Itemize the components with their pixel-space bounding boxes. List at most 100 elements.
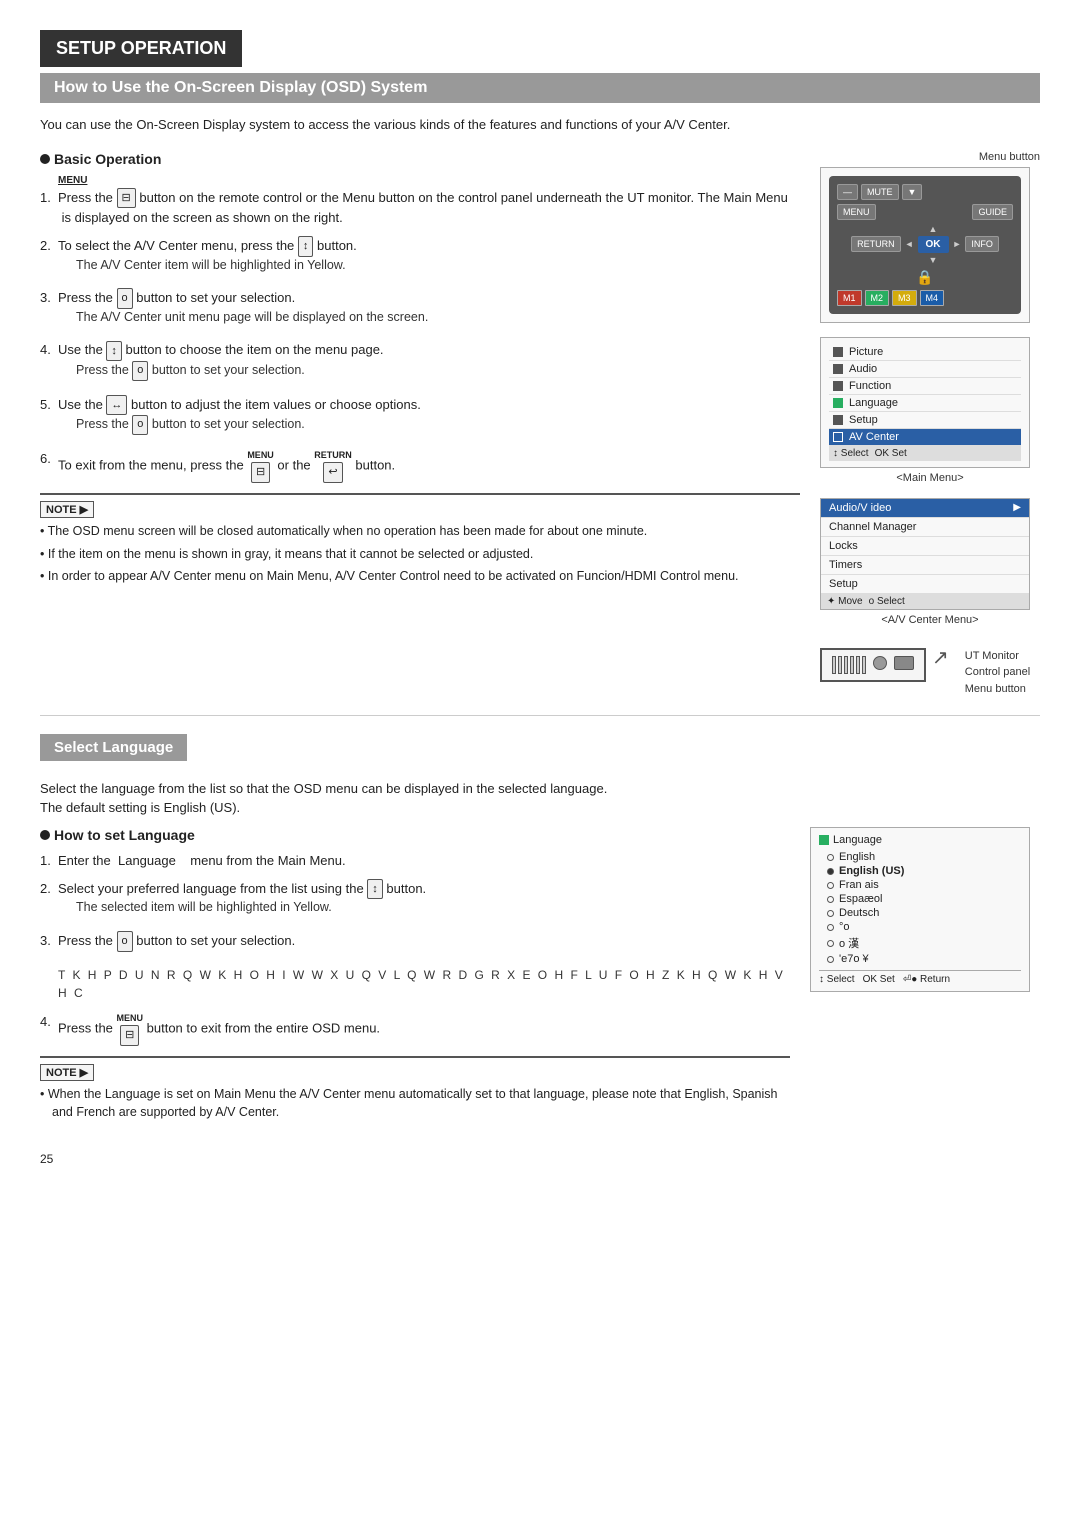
ok-lang-btn: o xyxy=(117,931,133,952)
menu-label-small: MENU xyxy=(58,175,800,186)
step-1: 1. Press the ⊟ button on the remote cont… xyxy=(40,188,800,228)
ut-btn-4 xyxy=(850,656,854,674)
note-label-2: NOTE ▶ xyxy=(40,1064,94,1081)
av-audio-video: Audio/V ideo ▶ xyxy=(821,499,1029,518)
right-column: Menu button — MUTE ▼ MENU xyxy=(820,151,1040,698)
basic-operation-steps: 1. Press the ⊟ button on the remote cont… xyxy=(40,188,800,483)
ut-monitor-diagram xyxy=(820,648,926,682)
ut-btn-1 xyxy=(832,656,836,674)
note-box-1: NOTE ▶ The OSD menu screen will be close… xyxy=(40,493,800,586)
lang-radio-francais xyxy=(827,882,834,889)
lang-title-icon xyxy=(819,835,829,845)
step-4: 4. Use the ↕ button to choose the item o… xyxy=(40,340,800,386)
av-center-menu-label: <A/V Center Menu> xyxy=(820,614,1040,626)
arrow-indicator: ↗ xyxy=(932,648,949,668)
av-channel-manager: Channel Manager xyxy=(821,518,1029,537)
intro-text: You can use the On-Screen Display system… xyxy=(40,115,1040,135)
note-item-3: In order to appear A/V Center menu on Ma… xyxy=(40,567,800,586)
lang-item-english: English xyxy=(819,850,1021,864)
lang-menu-bottom: ↕ Select OK Set ⏎● Return xyxy=(819,970,1021,985)
how-to-heading: How to set Language xyxy=(40,827,790,843)
ut-btn-2 xyxy=(838,656,842,674)
bullet-dot-2 xyxy=(40,830,50,840)
lang-item-jp1: °o xyxy=(819,920,1021,934)
menu-item-setup: Setup xyxy=(829,412,1021,429)
lang-step-3: 3. Press the o button to set your select… xyxy=(40,931,790,952)
av-menu-bottom: ✦ Move o Select xyxy=(821,594,1029,609)
menu-item-function: Function xyxy=(829,378,1021,395)
ut-rect-btn xyxy=(894,656,914,670)
select-lang-desc1: Select the language from the list so tha… xyxy=(40,781,1040,796)
setup-operation-header: SETUP OPERATION xyxy=(40,30,242,67)
step-4-note: Press the o button to set your selection… xyxy=(76,361,800,380)
ok-btn-small2: o xyxy=(132,361,148,380)
basic-operation-heading: Basic Operation xyxy=(40,151,800,167)
ok-btn-remote[interactable]: OK xyxy=(918,236,949,253)
info-btn[interactable]: INFO xyxy=(965,236,999,252)
lang-return-hint: ⏎● Return xyxy=(903,974,950,985)
step-2-note: The A/V Center item will be highlighted … xyxy=(76,257,800,275)
return-btn: ↩ xyxy=(323,462,342,483)
step-5-note: Press the o button to set your selection… xyxy=(76,415,800,434)
select-lang-right: Language English English (US) Fran ais xyxy=(810,827,1040,1132)
updown-btn: ↕ xyxy=(298,236,314,257)
m3-btn[interactable]: M3 xyxy=(892,290,917,306)
mute-btn: MUTE xyxy=(861,184,899,200)
subtitle-header: How to Use the On-Screen Display (OSD) S… xyxy=(40,73,1040,103)
step-5: 5. Use the ↔ button to adjust the item v… xyxy=(40,395,800,441)
step-2: 2. To select the A/V Center menu, press … xyxy=(40,236,800,280)
menu-item-audio: Audio xyxy=(829,361,1021,378)
main-menu-label: <Main Menu> xyxy=(820,472,1040,484)
note-list-2: When the Language is set on Main Menu th… xyxy=(40,1085,790,1123)
menu-button-label: Menu button xyxy=(820,151,1040,163)
arrow-icon: ▶ xyxy=(1013,502,1021,513)
m1-btn[interactable]: M1 xyxy=(837,290,862,306)
note-list: The OSD menu screen will be closed autom… xyxy=(40,522,800,586)
lang-item-deutsch: Deutsch xyxy=(819,906,1021,920)
menu-btn[interactable]: MENU xyxy=(837,204,876,220)
ut-btn-6 xyxy=(862,656,866,674)
lang-step-1: 1. Enter the Language menu from the Main… xyxy=(40,851,790,871)
lang-item-francais: Fran ais xyxy=(819,878,1021,892)
ut-monitor-buttons xyxy=(832,656,914,674)
av-center-menu-wrapper: Audio/V ideo ▶ Channel Manager Locks Tim… xyxy=(820,498,1040,626)
language-icon xyxy=(833,398,843,408)
menu-exit-btn: ⊟ xyxy=(251,462,270,483)
menu-label-above: MENU xyxy=(247,449,274,463)
scrambled-text: T K H P D U N R Q W K H O H I W W X U Q … xyxy=(58,966,790,1002)
step-6: 6. To exit from the menu, press the MENU… xyxy=(40,449,800,483)
lock-icon: 🔒 xyxy=(916,269,933,286)
main-menu-bottom-bar: ↕ Select OK Set xyxy=(829,446,1021,461)
audio-icon xyxy=(833,364,843,374)
lang-radio-jp3 xyxy=(827,956,834,963)
lang-menu-title: Language xyxy=(819,834,1021,846)
language-menu-diagram: Language English English (US) Fran ais xyxy=(810,827,1030,992)
lang-step-4: 4. Press the MENU ⊟ button to exit from … xyxy=(40,1012,790,1046)
lang-radio-jp1 xyxy=(827,924,834,931)
return-btn-remote[interactable]: RETURN xyxy=(851,236,901,252)
vol-btn: ▼ xyxy=(902,184,923,200)
leftright-btn: ↔ xyxy=(106,395,127,416)
select-language-section: Select Language Select the language from… xyxy=(40,734,1040,1132)
lang-radio-english xyxy=(827,854,834,861)
mx-buttons: M1 M2 M3 M4 xyxy=(837,290,1013,306)
menu-lang-btn: ⊟ xyxy=(120,1025,139,1046)
lang-item-jp2: o 漢 xyxy=(819,934,1021,952)
menu-item-picture: Picture xyxy=(829,344,1021,361)
lang-radio-jp2 xyxy=(827,940,834,947)
av-timers: Timers xyxy=(821,556,1029,575)
ok-btn-small3: o xyxy=(132,415,148,434)
main-menu-diagram: Picture Audio Function Language Setup xyxy=(820,337,1030,468)
avcenter-icon xyxy=(833,432,843,442)
select-lang-desc2: The default setting is English (US). xyxy=(40,800,1040,815)
note-item-2: If the item on the menu is shown in gray… xyxy=(40,545,800,564)
ut-monitor-label: UT MonitorControl panelMenu button xyxy=(965,648,1030,698)
lang-step-2: 2. Select your preferred language from t… xyxy=(40,879,790,923)
m4-btn[interactable]: M4 xyxy=(920,290,945,306)
menu-item-avcenter: AV Center xyxy=(829,429,1021,446)
note-box-2: NOTE ▶ When the Language is set on Main … xyxy=(40,1056,790,1123)
m2-btn[interactable]: M2 xyxy=(865,290,890,306)
av-locks: Locks xyxy=(821,537,1029,556)
guide-btn[interactable]: GUIDE xyxy=(972,204,1013,220)
scrambled-row: T K H P D U N R Q W K H O H I W W X U Q … xyxy=(40,960,790,1008)
